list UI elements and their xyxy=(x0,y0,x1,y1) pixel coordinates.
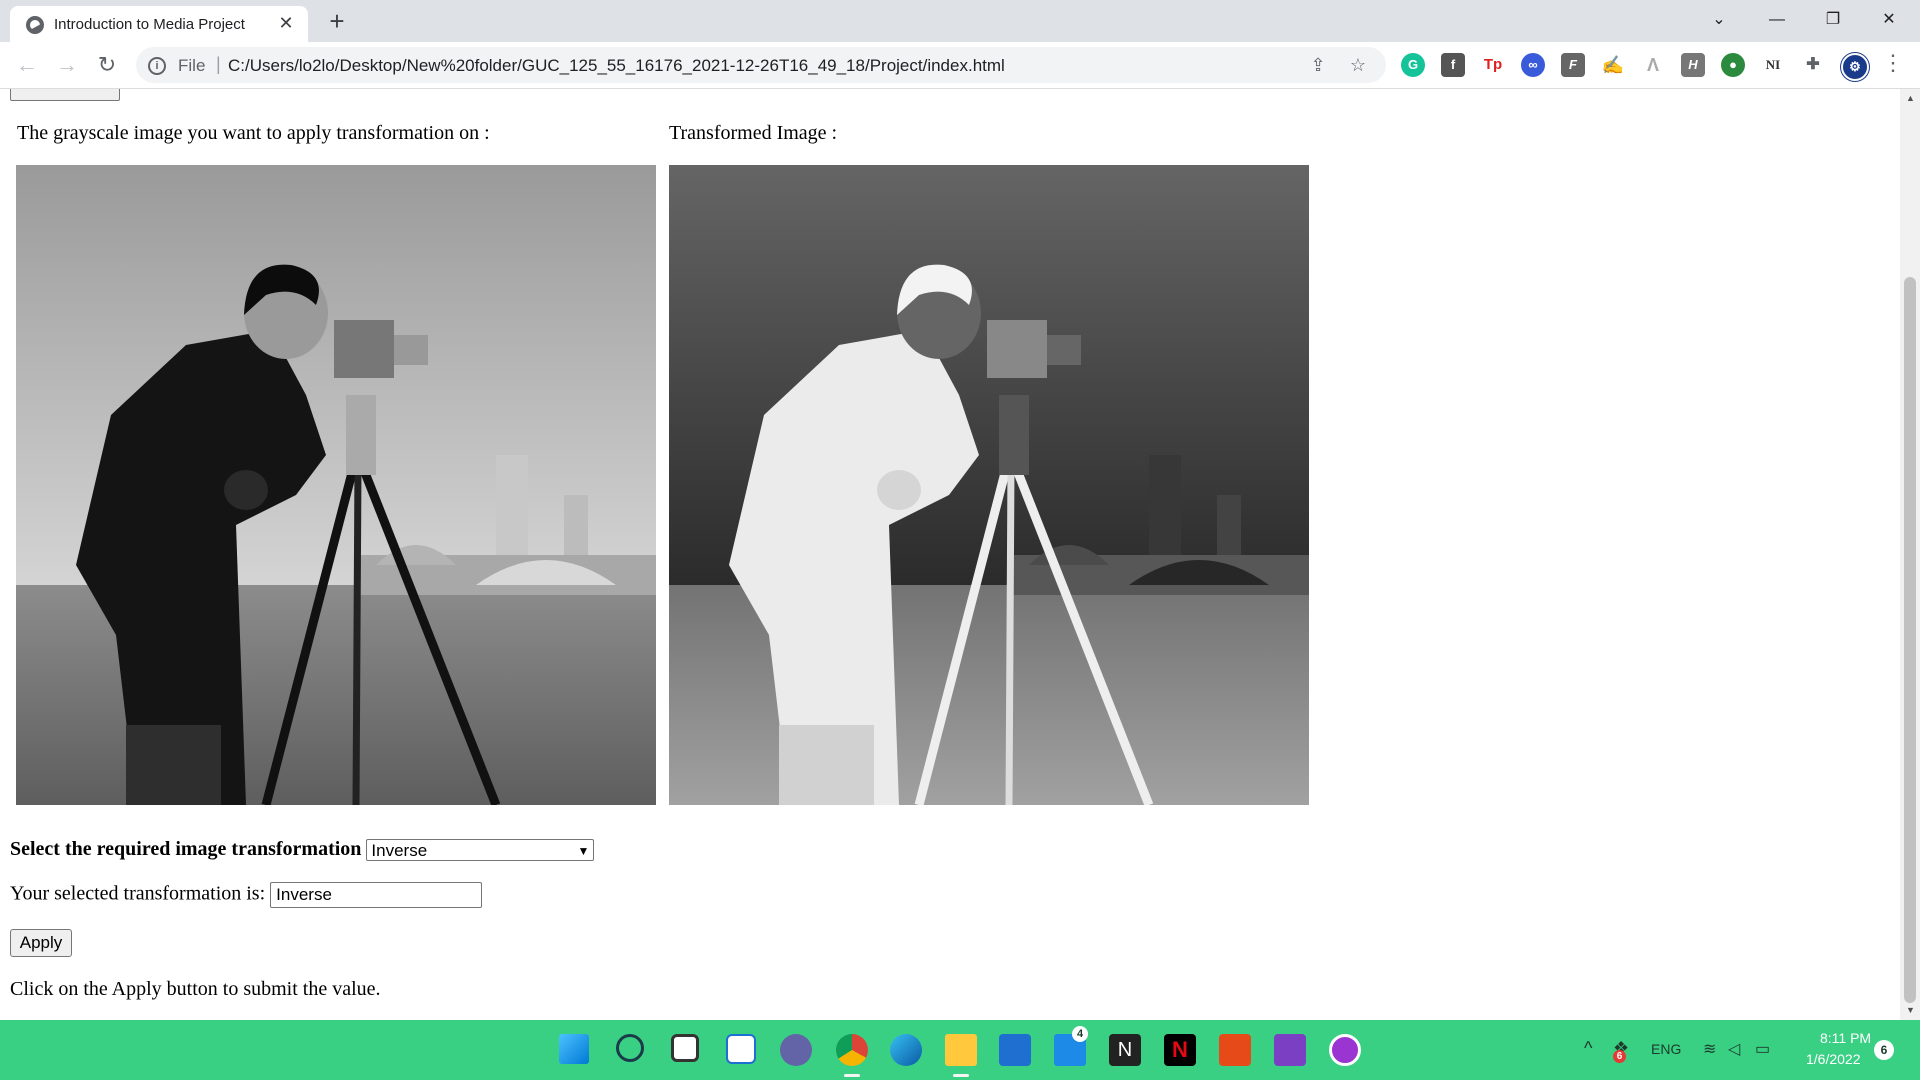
grammarly-icon[interactable]: G xyxy=(1401,53,1425,77)
selected-transformation-label: Your selected transformation is: xyxy=(10,882,266,905)
windows-start-icon[interactable] xyxy=(559,1034,589,1064)
apply-instruction: Click on the Apply button to submit the … xyxy=(10,978,381,1000)
page-viewport: The grayscale image you want to apply tr… xyxy=(0,89,1900,1020)
url-scheme: File xyxy=(178,56,206,75)
tp-extension-icon[interactable]: Tp xyxy=(1481,53,1505,77)
a-extension-icon[interactable]: Λ xyxy=(1641,53,1665,77)
h-extension-icon[interactable]: H xyxy=(1681,53,1705,77)
scroll-down-icon[interactable]: ▼ xyxy=(1906,1005,1915,1015)
forward-button[interactable]: → xyxy=(52,50,82,80)
back-button[interactable]: ← xyxy=(12,50,42,80)
file-input-button[interactable] xyxy=(10,89,120,101)
edge-icon[interactable] xyxy=(890,1034,922,1066)
volume-icon[interactable]: ◁ xyxy=(1728,1039,1740,1059)
apply-button[interactable]: Apply xyxy=(10,929,72,957)
language-indicator[interactable]: ENG xyxy=(1651,1041,1681,1057)
transformed-image xyxy=(669,165,1309,805)
transformation-select-row: Select the required image transformation… xyxy=(10,838,595,862)
selected-transformation-row: Your selected transformation is: Inverse xyxy=(10,882,483,908)
maximize-button[interactable]: ❐ xyxy=(1810,4,1856,36)
transformed-image-caption: Transformed Image : xyxy=(669,122,838,144)
search-icon[interactable] xyxy=(616,1034,644,1062)
reload-button[interactable]: ↻ xyxy=(92,50,122,80)
profile-icon[interactable]: ⚙ xyxy=(1841,53,1869,81)
transformation-select[interactable]: Inverse ▼ xyxy=(366,839,595,862)
new-tab-button[interactable]: + xyxy=(322,6,352,36)
globe-icon xyxy=(26,16,44,34)
windows-taskbar: 4 N N ^ ❖ 6 ENG ≋ ◁ ▭ 8:11 PM 1/6/2022 6 xyxy=(0,1020,1920,1080)
url-separator: | xyxy=(216,54,221,74)
clock-date[interactable]: 1/6/2022 xyxy=(1806,1051,1861,1067)
notion-icon[interactable]: N xyxy=(1109,1034,1141,1066)
file-explorer-icon[interactable] xyxy=(945,1034,977,1066)
transformation-select-label: Select the required image transformation xyxy=(10,838,362,860)
chrome-active-indicator xyxy=(844,1074,860,1077)
close-tab-icon[interactable]: ✕ xyxy=(276,13,296,33)
n-extension-icon[interactable]: NI xyxy=(1761,53,1785,77)
original-image-caption: The grayscale image you want to apply tr… xyxy=(17,122,490,144)
tab-strip: Introduction to Media Project ✕ + ⌄ — ❐ … xyxy=(0,0,1920,42)
podcast-app-icon[interactable] xyxy=(1329,1034,1361,1066)
selected-transformation-input[interactable]: Inverse xyxy=(270,882,483,908)
chrome-icon[interactable] xyxy=(836,1034,868,1066)
teams-chat-icon[interactable] xyxy=(780,1034,812,1066)
chevron-down-icon: ▼ xyxy=(577,844,590,859)
wifi-icon[interactable]: ≋ xyxy=(1703,1039,1716,1059)
task-view-icon[interactable] xyxy=(671,1034,699,1062)
share-icon[interactable]: ⇪ xyxy=(1308,55,1328,75)
battery-icon[interactable]: ▭ xyxy=(1755,1039,1770,1059)
browser-toolbar: ← → ↻ i File | C:/Users/lo2lo/Desktop/Ne… xyxy=(0,42,1920,89)
browser-tab[interactable]: Introduction to Media Project ✕ xyxy=(10,6,308,42)
tab-title: Introduction to Media Project xyxy=(54,16,245,33)
minimize-button[interactable]: — xyxy=(1754,4,1800,36)
show-hidden-icons-chevron[interactable]: ^ xyxy=(1584,1038,1592,1059)
transformation-select-value: Inverse xyxy=(371,841,428,861)
bookmark-star-icon[interactable]: ☆ xyxy=(1348,55,1368,75)
f-italic-extension-icon[interactable]: F xyxy=(1561,53,1585,77)
visual-studio-icon[interactable] xyxy=(1274,1034,1306,1066)
dropbox-badge: 6 xyxy=(1613,1050,1626,1063)
scroll-up-icon[interactable]: ▲ xyxy=(1906,93,1915,103)
url-text[interactable]: C:/Users/lo2lo/Desktop/New%20folder/GUC_… xyxy=(228,56,1005,76)
close-window-button[interactable]: ✕ xyxy=(1866,4,1912,36)
globe-extension-icon[interactable]: ● xyxy=(1721,53,1745,77)
clock-time[interactable]: 8:11 PM xyxy=(1820,1030,1871,1046)
microsoft-store-icon[interactable] xyxy=(999,1034,1031,1066)
widgets-icon[interactable] xyxy=(726,1034,756,1064)
infinity-extension-icon[interactable]: ∞ xyxy=(1521,53,1545,77)
f-extension-icon[interactable]: f xyxy=(1441,53,1465,77)
address-bar[interactable]: i File | C:/Users/lo2lo/Desktop/New%20fo… xyxy=(136,47,1386,83)
scrollbar-thumb[interactable] xyxy=(1904,277,1916,1003)
explorer-active-indicator xyxy=(953,1074,969,1077)
notification-badge[interactable]: 6 xyxy=(1874,1040,1894,1060)
tab-search-button[interactable]: ⌄ xyxy=(1696,4,1742,36)
site-info-icon[interactable]: i xyxy=(148,57,166,75)
puzzle-icon[interactable]: ✚ xyxy=(1801,53,1825,77)
cursive-extension-icon[interactable]: ✍ xyxy=(1601,53,1625,77)
original-image xyxy=(16,165,656,805)
office-icon[interactable] xyxy=(1219,1034,1251,1066)
vertical-scrollbar[interactable]: ▲ ▼ xyxy=(1900,89,1920,1020)
menu-icon[interactable]: ⋮ xyxy=(1882,52,1904,74)
mail-badge: 4 xyxy=(1072,1026,1088,1042)
netflix-icon[interactable]: N xyxy=(1164,1034,1196,1066)
